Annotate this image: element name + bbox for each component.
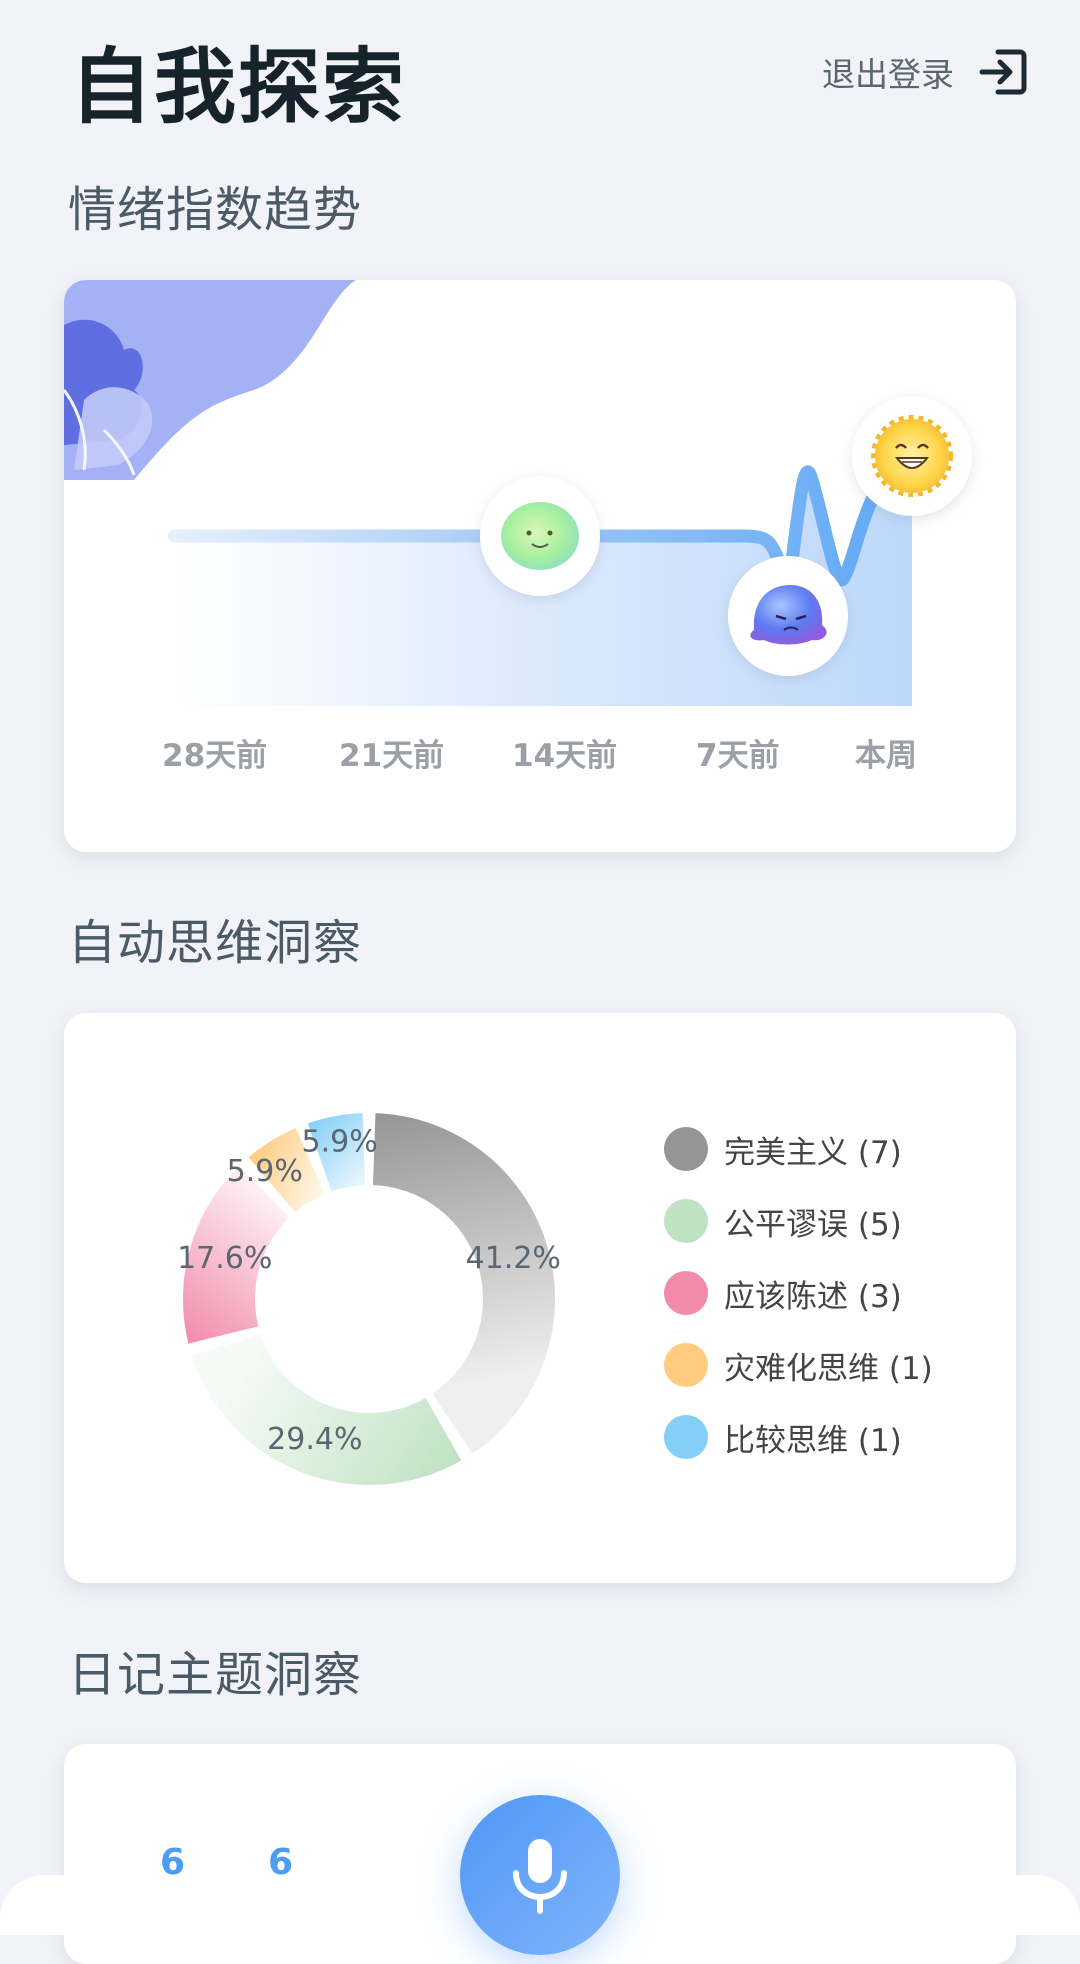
legend-item[interactable]: 公平谬误 (5) xyxy=(664,1185,933,1257)
legend-item[interactable]: 比较思维 (1) xyxy=(664,1401,933,1473)
logout-label: 退出登录 xyxy=(822,55,954,94)
legend-label: 灾难化思维 (1) xyxy=(724,1350,933,1387)
legend-label: 公平谬误 (5) xyxy=(724,1206,902,1243)
chart-legend: 完美主义 (7) 公平谬误 (5) 应该陈述 (3) 灾难化思维 (1) 比较思… xyxy=(664,1113,933,1473)
legend-label: 比较思维 (1) xyxy=(724,1422,902,1459)
page-title: 自我探索 xyxy=(70,40,407,135)
legend-swatch xyxy=(664,1415,708,1459)
legend-swatch xyxy=(664,1271,708,1315)
slice-percent-label: 5.9% xyxy=(227,1154,303,1189)
mood-trend-card: 28天前 21天前 14天前 7天前 本周 xyxy=(64,280,1016,852)
legend-item[interactable]: 应该陈述 (3) xyxy=(664,1257,933,1329)
x-tick-label: 7天前 xyxy=(696,738,780,774)
slice-percent-label: 29.4% xyxy=(267,1422,362,1457)
happy-face-icon xyxy=(871,415,953,497)
microphone-icon xyxy=(513,1839,567,1914)
donut-slice[interactable] xyxy=(191,1334,462,1485)
logout-button[interactable]: 退出登录 xyxy=(822,42,1032,102)
x-tick-label: 本周 xyxy=(855,738,917,774)
legend-label: 应该陈述 (3) xyxy=(724,1278,902,1315)
legend-item[interactable]: 灾难化思维 (1) xyxy=(664,1329,933,1401)
calm-face-icon xyxy=(501,502,579,570)
legend-swatch xyxy=(664,1127,708,1171)
legend-label: 完美主义 (7) xyxy=(724,1134,902,1171)
slice-percent-label: 41.2% xyxy=(466,1241,561,1276)
section-title-mood-trend: 情绪指数趋势 xyxy=(68,182,363,238)
legend-item[interactable]: 完美主义 (7) xyxy=(664,1113,933,1185)
x-tick-label: 14天前 xyxy=(512,738,618,774)
legend-swatch xyxy=(664,1199,708,1243)
slice-percent-label: 17.6% xyxy=(177,1241,272,1276)
x-tick-label: 21天前 xyxy=(339,738,445,774)
x-tick-label: 28天前 xyxy=(162,738,268,774)
auto-thought-card: 41.2% 29.4% 17.6% 5.9% 5.9% 完美主义 (7) 公平谬误 (5… xyxy=(64,1013,1016,1583)
donut-chart: 41.2% 29.4% 17.6% 5.9%5.9% xyxy=(177,1113,561,1485)
logout-icon xyxy=(979,49,1027,95)
record-voice-button[interactable] xyxy=(460,1795,620,1955)
donut-slice[interactable] xyxy=(372,1113,556,1454)
section-title-auto-thought: 自动思维洞察 xyxy=(68,915,363,971)
slice-percent-label: 5.9% xyxy=(301,1125,377,1160)
section-title-diary-topic: 日记主题洞察 xyxy=(68,1647,363,1703)
legend-swatch xyxy=(664,1343,708,1387)
